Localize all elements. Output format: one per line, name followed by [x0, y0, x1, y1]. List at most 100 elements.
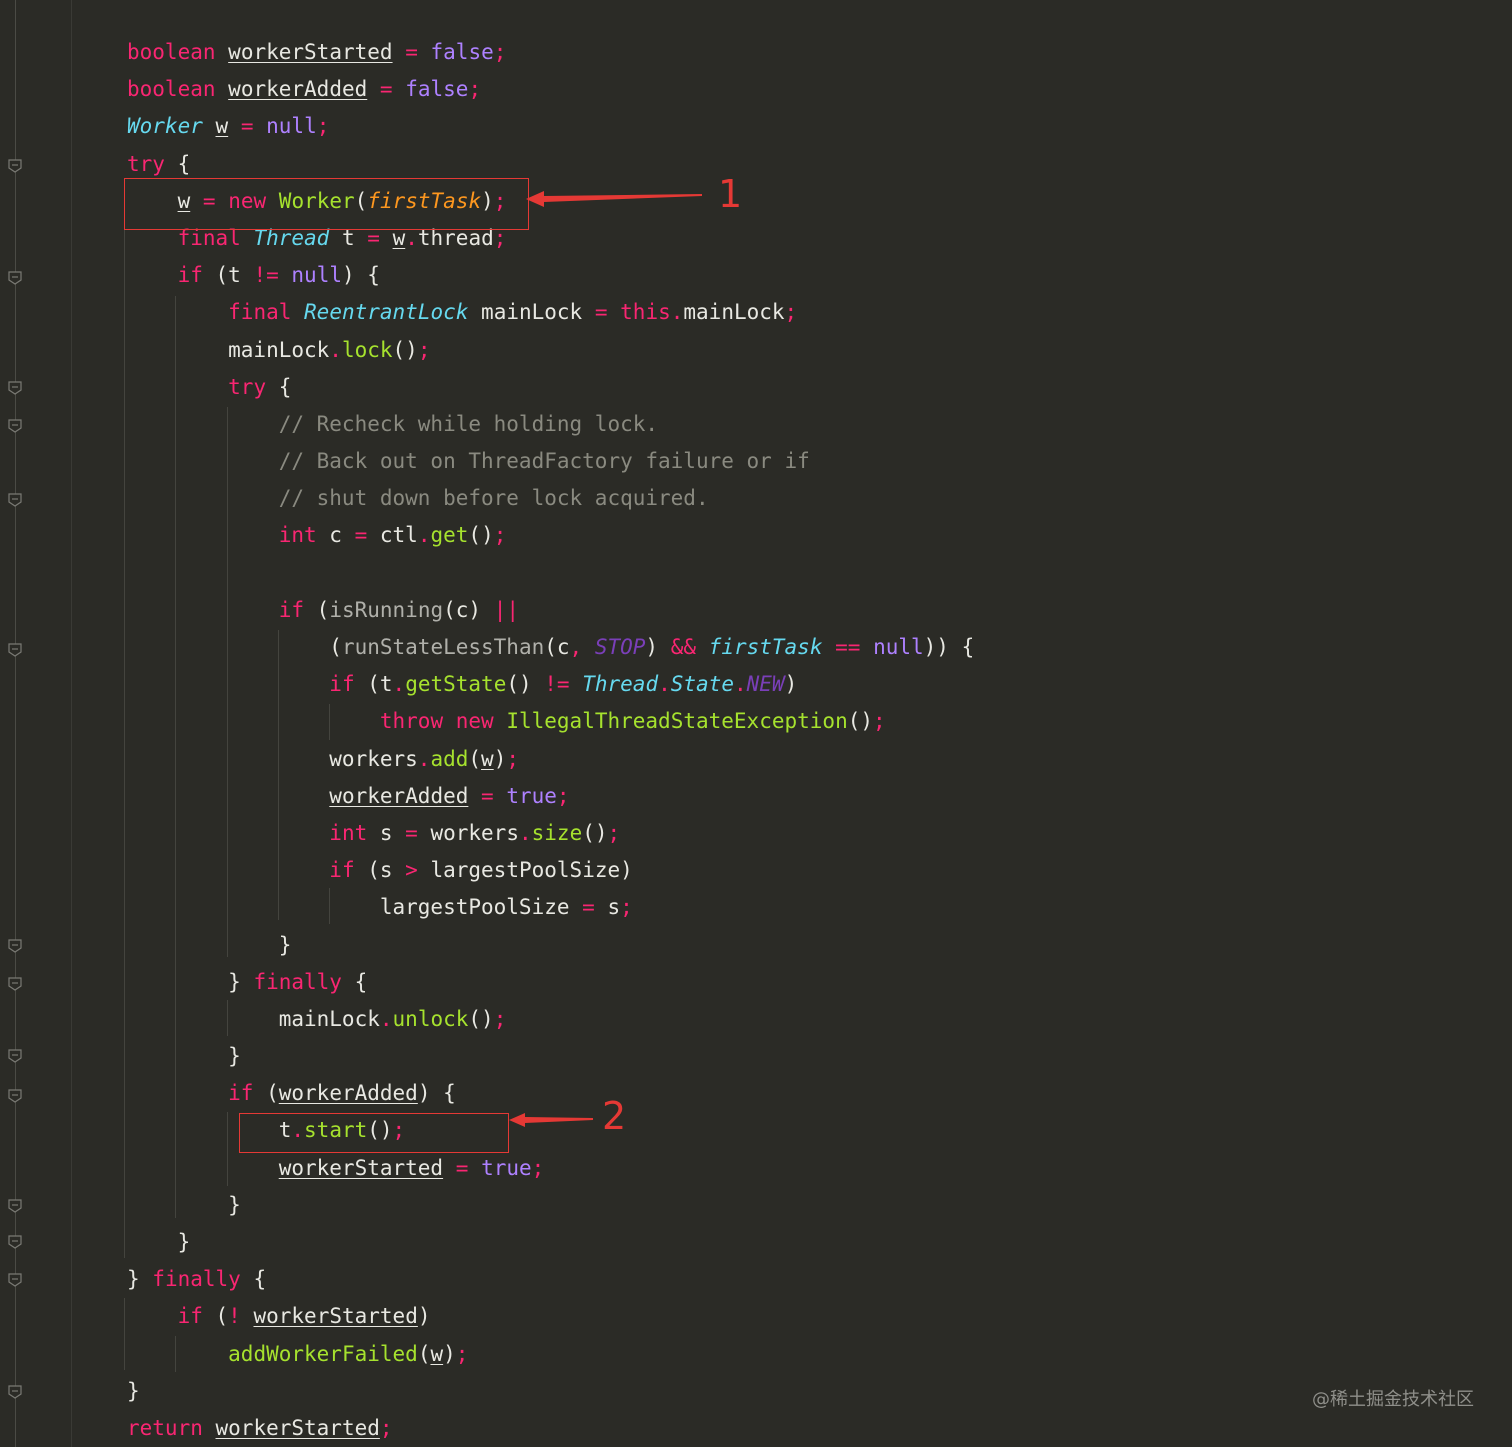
code-token: (): [392, 337, 418, 362]
code-line[interactable]: // Recheck while holding lock.: [127, 406, 974, 443]
fold-marker-icon[interactable]: [7, 1048, 23, 1064]
code-token: w: [430, 1341, 444, 1366]
code-token: (: [127, 635, 342, 659]
code-token: false: [430, 40, 494, 64]
code-line[interactable]: if (t.getState() != Thread.State.NEW): [127, 666, 974, 703]
code-line[interactable]: if (s > largestPoolSize): [127, 852, 974, 889]
code-token: ;: [379, 1415, 393, 1440]
code-token: ctl: [367, 523, 418, 548]
code-token: Worker: [127, 114, 203, 139]
code-line[interactable]: }: [127, 1373, 974, 1410]
code-line[interactable]: (runStateLessThan(c, STOP) && firstTask …: [127, 629, 974, 666]
indent-guide: [124, 222, 125, 1258]
fold-marker-icon[interactable]: [7, 492, 23, 508]
code-line[interactable]: return workerStarted;: [127, 1410, 974, 1447]
code-line[interactable]: Worker w = null;: [127, 108, 974, 145]
code-line[interactable]: // Back out on ThreadFactory failure or …: [127, 443, 974, 480]
code-line[interactable]: largestPoolSize = s;: [127, 889, 974, 926]
code-token: ): [443, 1341, 456, 1366]
code-token: if: [329, 858, 355, 883]
code-line[interactable]: if (t != null) {: [127, 257, 974, 294]
code-line[interactable]: mainLock.lock();: [127, 332, 974, 369]
code-token: true: [506, 783, 557, 808]
code-line[interactable]: throw new IllegalThreadStateException();: [127, 703, 974, 740]
code-token: ): [784, 672, 798, 697]
code-line[interactable]: mainLock.unlock();: [127, 1001, 974, 1038]
code-line[interactable]: workerStarted = true;: [127, 1150, 974, 1187]
code-line[interactable]: int c = ctl.get();: [127, 517, 974, 554]
code-token: ;: [417, 337, 431, 362]
code-token: ,: [569, 635, 583, 659]
code-line[interactable]: final ReentrantLock mainLock = this.main…: [127, 294, 974, 331]
code-line[interactable]: if (workerAdded) {: [127, 1075, 974, 1112]
code-token: isRunning: [329, 597, 444, 622]
code-token: (): [582, 820, 608, 845]
code-token: =: [354, 523, 368, 548]
code-token: .: [417, 523, 431, 548]
code-token: runStateLessThan: [341, 635, 545, 659]
code-line[interactable]: } finally {: [127, 964, 974, 1001]
code-token: unlock: [392, 1006, 469, 1031]
code-token: (t: [202, 263, 254, 288]
code-line[interactable]: workerAdded = true;: [127, 778, 974, 815]
code-line[interactable]: addWorkerFailed(w);: [127, 1336, 974, 1373]
fold-marker-icon[interactable]: [7, 418, 23, 434]
code-token: if: [329, 672, 355, 697]
code-editor[interactable]: boolean workerStarted = false; boolean wo…: [127, 34, 974, 1447]
code-line[interactable]: }: [127, 1187, 974, 1224]
code-token: ;: [493, 40, 507, 64]
code-line[interactable]: [127, 555, 974, 592]
fold-marker-icon[interactable]: [7, 1272, 23, 1288]
code-token: boolean: [127, 40, 216, 64]
code-line[interactable]: if (isRunning(c) ||: [127, 592, 974, 629]
gutter-edge: [71, 0, 72, 1447]
code-token: ;: [506, 746, 520, 771]
code-line[interactable]: } finally {: [127, 1261, 974, 1298]
code-line[interactable]: workers.add(w);: [127, 741, 974, 778]
fold-marker-icon[interactable]: [7, 642, 23, 658]
fold-marker-icon[interactable]: [7, 380, 23, 396]
code-token: .: [379, 1006, 393, 1031]
code-token: .: [392, 672, 406, 697]
code-token: .: [658, 672, 671, 697]
fold-marker-icon[interactable]: [7, 158, 23, 174]
code-token: mainLock: [683, 300, 785, 325]
fold-marker-icon[interactable]: [7, 938, 23, 954]
code-token: size: [531, 820, 583, 845]
fold-marker-icon[interactable]: [7, 976, 23, 992]
code-token: IllegalThreadStateException: [506, 709, 848, 734]
code-line[interactable]: if (! workerStarted): [127, 1298, 974, 1335]
code-line[interactable]: try {: [127, 369, 974, 406]
code-token: mainLock: [127, 337, 330, 362]
code-line[interactable]: }: [127, 1224, 974, 1261]
code-token: =: [379, 77, 393, 102]
code-token: }: [127, 1378, 140, 1403]
code-token: ;: [873, 709, 886, 734]
fold-marker-icon[interactable]: [7, 1384, 23, 1400]
code-line[interactable]: // shut down before lock acquired.: [127, 480, 974, 517]
code-line[interactable]: }: [127, 927, 974, 964]
code-token: Thread: [582, 672, 659, 697]
code-line[interactable]: int s = workers.size();: [127, 815, 974, 852]
fold-marker-icon[interactable]: [7, 1088, 23, 1104]
code-line[interactable]: boolean workerAdded = false;: [127, 71, 974, 108]
code-line[interactable]: boolean workerStarted = false;: [127, 34, 974, 71]
code-token: .: [417, 746, 431, 771]
code-token: =: [455, 1155, 469, 1180]
fold-marker-icon[interactable]: [7, 1234, 23, 1250]
code-token: (s: [354, 858, 406, 883]
code-token: (): [847, 709, 874, 734]
fold-marker-icon[interactable]: [7, 1198, 23, 1214]
code-line[interactable]: }: [127, 1038, 974, 1075]
code-token: State: [670, 672, 734, 697]
fold-marker-icon[interactable]: [7, 270, 23, 286]
